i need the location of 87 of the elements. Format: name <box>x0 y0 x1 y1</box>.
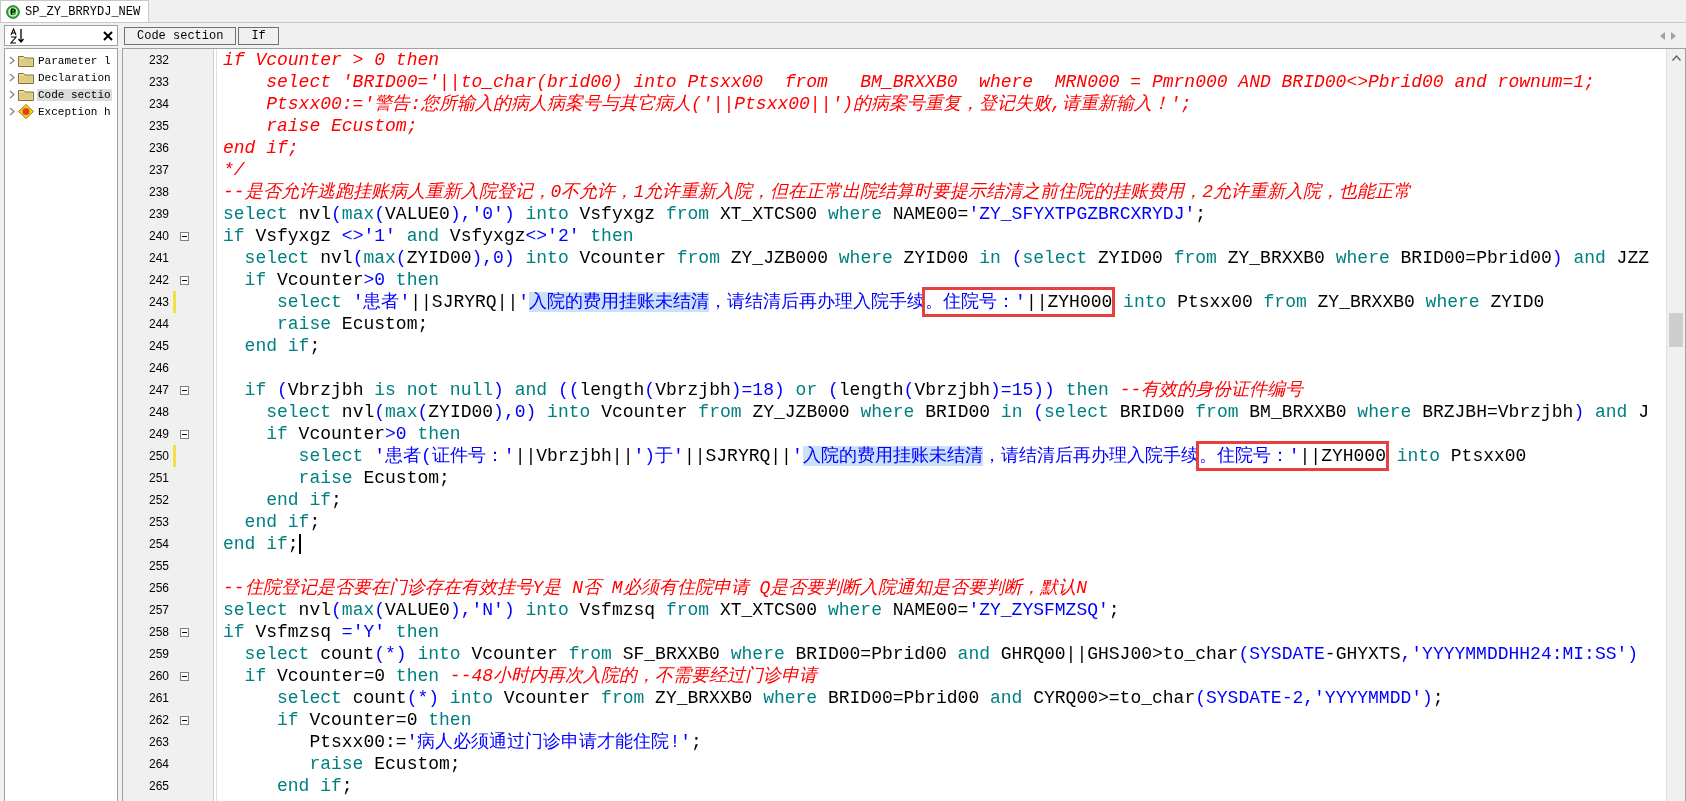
line-number: 248 <box>147 405 170 419</box>
code-line: end if; <box>243 511 321 533</box>
line-number: 250 <box>147 449 170 463</box>
code-line: if Vsfmzsq ='Y' then <box>223 621 440 643</box>
line-number: 257 <box>147 603 170 617</box>
breadcrumb-button[interactable]: If <box>238 26 279 45</box>
folder-icon <box>18 88 34 101</box>
line-number: 247 <box>147 383 170 397</box>
line-number: 252 <box>147 493 170 507</box>
fold-icon[interactable] <box>179 627 189 637</box>
code-line: raise Ecustom; <box>308 753 461 775</box>
document-tab[interactable]: SP_ZY_BRRYDJ_NEW <box>0 0 150 22</box>
line-number: 249 <box>147 427 170 441</box>
line-number: 260 <box>147 669 170 683</box>
line-number: 237 <box>147 163 170 177</box>
warning-diamond-icon <box>18 104 34 119</box>
code-line: select nvl(max(VALUE0),'N') into Vsfmzsq from XT_XTCS00 where NAME00='ZY_ZYSFMZSQ'; <box>223 599 1120 621</box>
line-number: 254 <box>147 537 170 551</box>
code-line: select count(*) into Vcounter from SF_BRXXB0 where BRID00=Pbrid00 and GHRQ00||GHSJ00>to_char(SYSDATE-GHYXTS,'YYYYMMDDHH24:MI:SS') <box>243 643 1639 665</box>
outline-item[interactable]: Code sectio <box>37 88 112 101</box>
folder-icon <box>18 71 34 84</box>
line-number: 246 <box>147 361 170 375</box>
code-line: if Vcounter > 0 then <box>223 49 440 71</box>
code-line: if Vsfyxgz <>'1' and Vsfyxgz<>'2' then <box>223 225 634 247</box>
code-line: raise Ecustom; <box>276 313 429 335</box>
scrollbar-thumb[interactable] <box>1669 313 1683 347</box>
line-number: 236 <box>147 141 170 155</box>
code-line: --住院登记是否要在门诊存在有效挂号Y是 N否 M必须有住院申请 Q是否要判断入院通知是否要判断，默认N <box>223 577 1088 599</box>
code-line: select 'BRID00='||to_char(brid00) into Ptsxx00 from BM_BRXXB0 where MRN000 = Pmrn000 AND BRID00<>Pbrid00 and rownum=1; <box>265 71 1595 93</box>
code-line: --是否允许逃跑挂账病人重新入院登记，0不允许，1允许重新入院，但在正常出院结算时要提示结清之前住院的挂账费用，2允许重新入院，也能正常 <box>223 181 1411 203</box>
line-number: 243 <box>147 295 170 309</box>
fold-icon[interactable] <box>179 275 189 285</box>
line-number: 262 <box>147 713 170 727</box>
outline-item[interactable]: Parameter l <box>37 54 112 67</box>
close-icon[interactable] <box>103 30 113 41</box>
line-number: 232 <box>147 53 170 67</box>
code-line: raise Ecustom; <box>265 115 418 137</box>
line-number: 233 <box>147 75 170 89</box>
line-number: 240 <box>147 229 170 243</box>
outline-item[interactable]: Declaration <box>37 71 112 84</box>
sort-icon[interactable] <box>9 27 27 44</box>
code-line: raise Ecustom; <box>297 467 450 489</box>
code-line: select nvl(max(ZYID00),0) into Vcounter from ZY_JZB000 where ZYID00 in (select ZYID00 from ZY_BRXXB0 where BRID00=Pbrid00) and JZZ <box>243 247 1650 269</box>
code-line: if Vcounter=0 then --48小时内再次入院的，不需要经过门诊申请 <box>243 665 818 687</box>
line-number: 242 <box>147 273 170 287</box>
fold-icon[interactable] <box>179 671 189 681</box>
code-line: select count(*) into Vcounter from ZY_BRXXB0 where BRID00=Pbrid00 and CYRQ00>=to_char(SYSDATE-2,'YYYYMMDD'); <box>276 687 1444 709</box>
line-number: 235 <box>147 119 170 133</box>
code-line: if Vcounter>0 then <box>265 423 461 445</box>
outline-item[interactable]: Exception h <box>37 105 112 118</box>
line-number: 264 <box>147 757 170 771</box>
code-line: end if; <box>265 489 342 511</box>
code-line: end if; <box>223 533 299 555</box>
line-number: 244 <box>147 317 170 331</box>
code-line: select nvl(max(ZYID00),0) into Vcounter from ZY_JZB000 where BRID00 in (select BRID00 from BM_BRXXB0 where BRZJBH=Vbrzjbh) and J <box>265 401 1650 423</box>
scroll-up-icon[interactable] <box>1671 55 1681 61</box>
fold-icon[interactable] <box>179 385 189 395</box>
fold-icon[interactable] <box>179 429 189 439</box>
folder-icon <box>18 54 34 67</box>
code-line: Ptsxx00:='病人必须通过门诊申请才能住院!'; <box>308 731 702 753</box>
fold-icon[interactable] <box>179 715 189 725</box>
line-number: 245 <box>147 339 170 353</box>
code-line: end if; <box>223 137 299 159</box>
fold-icon[interactable] <box>179 231 189 241</box>
line-number: 238 <box>147 185 170 199</box>
line-number: 261 <box>147 691 170 705</box>
line-number: 239 <box>147 207 170 221</box>
code-line: end if; <box>276 775 353 797</box>
line-number: 234 <box>147 97 170 111</box>
line-number: 256 <box>147 581 170 595</box>
line-number: 259 <box>147 647 170 661</box>
line-number: 255 <box>147 559 170 573</box>
line-number: 263 <box>147 735 170 749</box>
line-number: 241 <box>147 251 170 265</box>
line-number: 258 <box>147 625 170 639</box>
line-number: 265 <box>147 779 170 793</box>
code-line: if Vcounter=0 then <box>276 709 472 731</box>
breadcrumb-button[interactable]: Code section <box>124 26 237 45</box>
code-line: end if; <box>243 335 321 357</box>
code-line: Ptsxx00:='警告:您所输入的病人病案号与其它病人('||Ptsxx00||')的病案号重复，登记失败,请重新输入！'; <box>265 93 1192 115</box>
code-line: if Vcounter>0 then <box>243 269 440 291</box>
code-line: */ <box>223 159 245 181</box>
code-line: select nvl(max(VALUE0),'0') into Vsfyxgz from XT_XTCS00 where NAME00='ZY_SFYXTPGZBRCXRYDJ'; <box>223 203 1207 225</box>
code-line: if (Vbrzjbh is not null) and ((length(Vbrzjbh)=18) or (length(Vbrzjbh)=15)) then --有效的身份证件编号 <box>243 379 1304 401</box>
line-number: 253 <box>147 515 170 529</box>
line-number: 251 <box>147 471 170 485</box>
procedure-icon <box>6 4 20 19</box>
